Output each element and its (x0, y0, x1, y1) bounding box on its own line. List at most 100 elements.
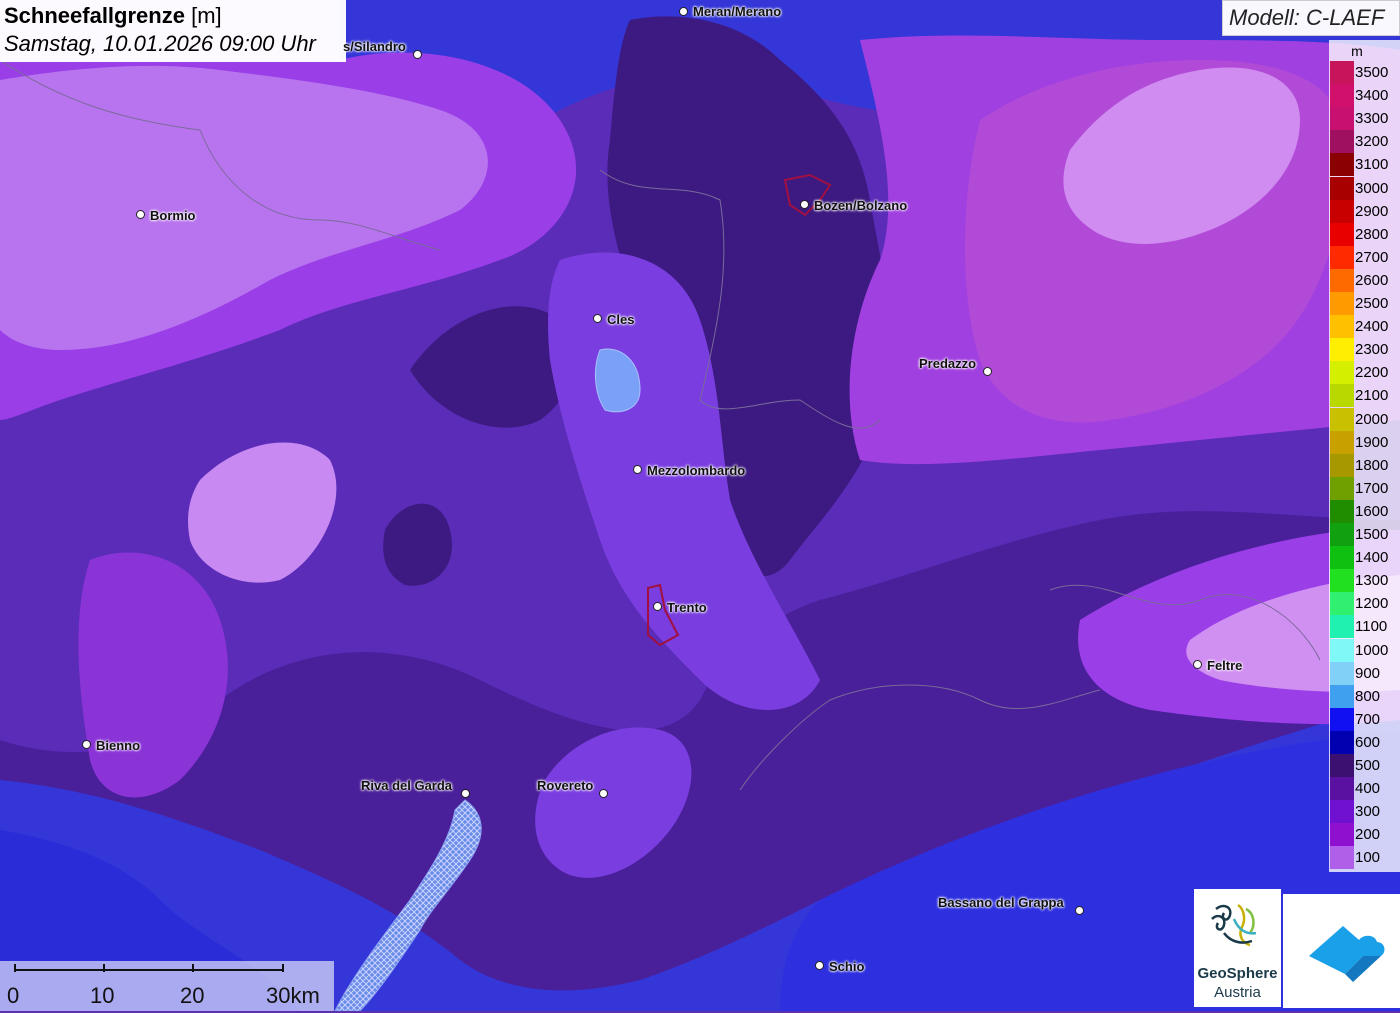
city-marker[interactable] (461, 789, 470, 798)
legend-swatch (1330, 153, 1354, 177)
city-marker[interactable] (599, 789, 608, 798)
legend-label: 1400 (1355, 549, 1389, 567)
legend-row: 200 (1329, 823, 1400, 847)
legend-swatch (1330, 684, 1354, 708)
house-cloud-icon (1309, 926, 1385, 982)
legend-label: 3200 (1355, 133, 1389, 151)
model-label-box: Modell: C-LAEF (1222, 0, 1400, 36)
city-label: s/Silandro (343, 39, 406, 54)
legend-swatch (1330, 176, 1354, 200)
geosphere-name: GeoSphere (1197, 965, 1278, 982)
scale-label: 30km (266, 983, 320, 1008)
snowline-map[interactable] (0, 0, 1400, 1011)
legend-row: 3100 (1329, 153, 1400, 177)
city-label: Mezzolombardo (647, 463, 746, 478)
legend-row: 1400 (1329, 546, 1400, 570)
legend-swatch (1330, 222, 1354, 246)
legend-swatch (1330, 476, 1354, 500)
legend-label: 3400 (1355, 87, 1389, 105)
city-label: Bozen/Bolzano (814, 198, 908, 213)
city-marker[interactable] (136, 210, 145, 219)
legend-row: 1000 (1329, 638, 1400, 662)
legend-swatch (1330, 707, 1354, 731)
scale-tick (103, 964, 105, 972)
legend-row: 100 (1329, 846, 1400, 870)
legend-row: 1600 (1329, 499, 1400, 523)
city-marker[interactable] (679, 7, 688, 16)
legend-label: 300 (1355, 803, 1381, 821)
legend-label: 2500 (1355, 295, 1389, 312)
legend-swatch (1330, 315, 1354, 339)
legend-row: 400 (1329, 777, 1400, 801)
legend-row: 800 (1329, 684, 1400, 708)
legend-label: 1500 (1355, 526, 1389, 543)
legend-label: 700 (1355, 710, 1381, 728)
legend-unit: m (1351, 43, 1363, 59)
city-marker[interactable] (983, 367, 992, 376)
legend-label: 400 (1355, 780, 1381, 798)
legend-swatch (1330, 361, 1354, 385)
city-label: Bienno (96, 738, 141, 753)
city-marker[interactable] (82, 740, 91, 749)
legend-swatch (1330, 84, 1354, 108)
legend-label: 1900 (1355, 433, 1389, 451)
legend-label: 2600 (1355, 271, 1389, 289)
legend-row: 1200 (1329, 592, 1400, 616)
legend-swatch (1330, 107, 1354, 131)
map-title-box: Schneefallgrenze [m] Samstag, 10.01.2026… (0, 0, 346, 62)
legend-swatch (1330, 546, 1354, 570)
map-title: Schneefallgrenze [m] (4, 3, 222, 28)
legend-swatch (1330, 130, 1354, 154)
city-label: Trento (667, 600, 707, 615)
legend-row: 300 (1329, 800, 1400, 824)
legend-label: 1700 (1355, 479, 1389, 497)
legend-row: 3400 (1329, 84, 1400, 108)
legend-swatch (1330, 245, 1354, 269)
legend-swatch (1330, 61, 1354, 85)
model-label: Modell: C-LAEF (1229, 5, 1385, 30)
legend-label: 500 (1355, 757, 1381, 774)
city-marker[interactable] (815, 961, 824, 970)
city-label: Riva del Garda (361, 778, 453, 793)
legend-row: 3300 (1329, 107, 1400, 131)
app-logo[interactable] (1283, 894, 1400, 1008)
legend-row: 3200 (1329, 130, 1400, 154)
city-marker[interactable] (1075, 906, 1084, 915)
scale-tick (282, 964, 284, 972)
legend-row: 3000 (1329, 176, 1400, 200)
legend-swatch (1330, 592, 1354, 616)
legend-row: 2700 (1329, 245, 1400, 269)
legend-row: 1500 (1329, 523, 1400, 547)
legend-label: 2200 (1355, 364, 1389, 382)
legend-label: 2800 (1355, 225, 1389, 243)
city-marker[interactable] (800, 200, 809, 209)
legend-label: 1300 (1355, 572, 1389, 590)
legend-row: 2800 (1329, 222, 1400, 246)
legend-swatch (1330, 846, 1354, 870)
legend-swatch (1330, 407, 1354, 431)
city-marker[interactable] (593, 314, 602, 323)
city-marker[interactable] (653, 602, 662, 611)
legend-row: 3500 (1329, 61, 1400, 85)
geosphere-logo[interactable]: GeoSphere Austria (1194, 889, 1281, 1007)
legend-row: 600 (1329, 730, 1400, 754)
city-label: Feltre (1207, 658, 1243, 673)
legend-row: 2100 (1329, 384, 1400, 408)
legend-label: 100 (1355, 849, 1381, 867)
city-label: Meran/Merano (693, 4, 782, 19)
legend-row: 2200 (1329, 361, 1400, 385)
legend-swatch (1330, 661, 1354, 685)
legend-label: 1100 (1355, 618, 1388, 636)
legend-label: 2900 (1355, 202, 1389, 220)
city-marker[interactable] (413, 50, 422, 59)
legend-label: 3500 (1355, 64, 1389, 81)
city-label: Rovereto (537, 778, 594, 793)
legend-label: 800 (1355, 687, 1381, 705)
legend-swatch (1330, 499, 1354, 523)
legend-swatch (1330, 615, 1354, 639)
legend-swatch (1330, 823, 1354, 847)
legend-label: 2700 (1355, 248, 1389, 266)
legend-row: 1900 (1329, 430, 1400, 454)
city-marker[interactable] (633, 465, 642, 474)
city-marker[interactable] (1193, 660, 1202, 669)
